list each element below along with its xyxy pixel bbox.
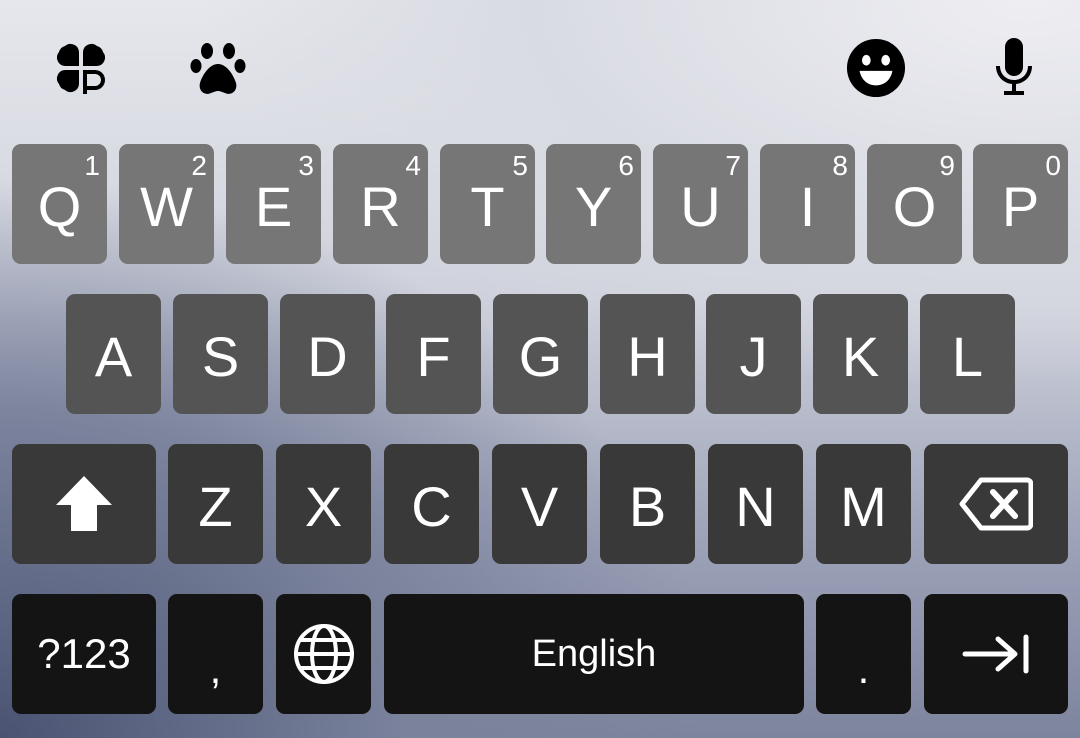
key-n[interactable]: N bbox=[708, 444, 803, 564]
tab-arrow-icon bbox=[962, 634, 1030, 674]
key-letter: S bbox=[201, 325, 240, 388]
key-z[interactable]: Z bbox=[168, 444, 263, 564]
key-e[interactable]: E3 bbox=[226, 144, 321, 264]
comma-label: , bbox=[209, 645, 222, 692]
key-b[interactable]: B bbox=[600, 444, 695, 564]
key-letter: N bbox=[735, 475, 776, 538]
key-letter: A bbox=[94, 325, 133, 388]
key-u[interactable]: U7 bbox=[653, 144, 748, 264]
key-letter: Y bbox=[574, 175, 613, 238]
key-s[interactable]: S bbox=[173, 294, 268, 414]
key-letter: Z bbox=[198, 475, 233, 538]
key-v[interactable]: V bbox=[492, 444, 587, 564]
key-letter: R bbox=[360, 175, 401, 238]
key-letter: P bbox=[1001, 175, 1040, 238]
clover-icon[interactable] bbox=[51, 38, 111, 98]
key-g[interactable]: G bbox=[493, 294, 588, 414]
key-i[interactable]: I8 bbox=[760, 144, 855, 264]
enter-key[interactable] bbox=[924, 594, 1068, 714]
key-hint: 1 bbox=[84, 150, 100, 181]
key-h[interactable]: H bbox=[600, 294, 695, 414]
key-letter: T bbox=[470, 175, 505, 238]
key-j[interactable]: J bbox=[706, 294, 801, 414]
key-letter: J bbox=[739, 325, 768, 388]
globe-icon bbox=[293, 623, 355, 685]
shift-key[interactable] bbox=[12, 444, 156, 564]
key-letter: U bbox=[680, 175, 721, 238]
key-letter: B bbox=[628, 475, 667, 538]
key-w[interactable]: W2 bbox=[119, 144, 214, 264]
key-c[interactable]: C bbox=[384, 444, 479, 564]
key-o[interactable]: O9 bbox=[867, 144, 962, 264]
key-hint: 9 bbox=[939, 150, 955, 181]
key-l[interactable]: L bbox=[920, 294, 1015, 414]
key-hint: 3 bbox=[298, 150, 314, 181]
space-key[interactable]: English bbox=[384, 594, 804, 714]
microphone-icon[interactable] bbox=[984, 38, 1044, 98]
key-hint: 0 bbox=[1045, 150, 1061, 181]
key-letter: X bbox=[304, 475, 343, 538]
key-hint: 4 bbox=[405, 150, 421, 181]
key-hint: 2 bbox=[191, 150, 207, 181]
key-x[interactable]: X bbox=[276, 444, 371, 564]
suggestion-toolbar bbox=[0, 0, 1080, 135]
key-letter: G bbox=[518, 325, 563, 388]
comma-key[interactable]: , bbox=[168, 594, 263, 714]
key-hint: 5 bbox=[512, 150, 528, 181]
key-p[interactable]: P0 bbox=[973, 144, 1068, 264]
key-letter: H bbox=[627, 325, 668, 388]
key-hint: 7 bbox=[725, 150, 741, 181]
space-label: English bbox=[531, 632, 657, 675]
key-y[interactable]: Y6 bbox=[546, 144, 641, 264]
shift-arrow-icon bbox=[54, 474, 114, 534]
backspace-key[interactable] bbox=[924, 444, 1068, 564]
key-r[interactable]: R4 bbox=[333, 144, 428, 264]
key-letter: K bbox=[841, 325, 880, 388]
key-a[interactable]: A bbox=[66, 294, 161, 414]
key-letter: O bbox=[892, 175, 937, 238]
key-letter: D bbox=[307, 325, 348, 388]
key-letter: I bbox=[799, 175, 816, 238]
paw-icon[interactable] bbox=[188, 38, 248, 98]
key-d[interactable]: D bbox=[280, 294, 375, 414]
symbols-label: ?123 bbox=[37, 630, 131, 677]
key-letter: F bbox=[416, 325, 451, 388]
emoji-icon[interactable] bbox=[846, 38, 906, 98]
period-label: . bbox=[857, 645, 870, 692]
key-f[interactable]: F bbox=[386, 294, 481, 414]
key-q[interactable]: Q1 bbox=[12, 144, 107, 264]
key-letter: V bbox=[520, 475, 559, 538]
key-letter: W bbox=[140, 175, 193, 238]
key-letter: C bbox=[411, 475, 452, 538]
key-hint: 6 bbox=[618, 150, 634, 181]
backspace-icon bbox=[959, 477, 1033, 531]
key-hint: 8 bbox=[832, 150, 848, 181]
key-letter: Q bbox=[37, 175, 82, 238]
period-key[interactable]: . bbox=[816, 594, 911, 714]
language-key[interactable] bbox=[276, 594, 371, 714]
key-letter: L bbox=[951, 325, 984, 388]
symbols-key[interactable]: ?123 bbox=[12, 594, 156, 714]
key-letter: E bbox=[254, 175, 293, 238]
key-letter: M bbox=[840, 475, 887, 538]
key-k[interactable]: K bbox=[813, 294, 908, 414]
key-m[interactable]: M bbox=[816, 444, 911, 564]
key-t[interactable]: T5 bbox=[440, 144, 535, 264]
